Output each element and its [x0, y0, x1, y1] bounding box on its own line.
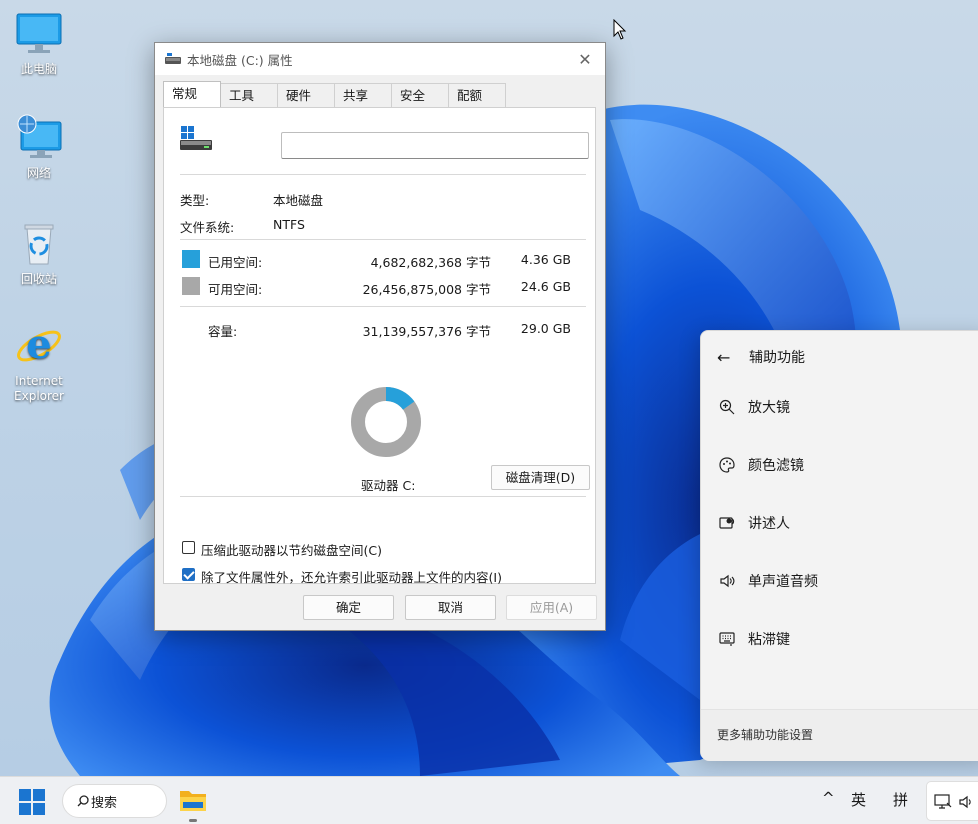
free-space-swatch [182, 277, 200, 295]
capacity-gb: 29.0 GB [520, 321, 571, 336]
used-space-swatch [182, 250, 200, 268]
speaker-icon [717, 572, 737, 590]
capacity-bytes: 31,139,557,376 字节 [362, 324, 491, 339]
ime-mode-indicator[interactable]: 拼 [893, 789, 908, 810]
svg-text:e: e [26, 322, 51, 368]
flyout-title: 辅助功能 [749, 350, 805, 366]
mouse-cursor-icon [613, 19, 627, 40]
disk-cleanup-button[interactable]: 磁盘清理(D) [491, 465, 590, 490]
tab-general[interactable]: 常规 [163, 81, 221, 107]
capacity-label: 容量: [208, 324, 238, 339]
free-space-gb: 24.6 GB [520, 279, 571, 294]
windows-drive-icon [180, 126, 214, 152]
general-tab-panel: 类型: 本地磁盘 文件系统: NTFS 已用空间: 4,682,682,368 … [163, 107, 596, 585]
compress-drive-checkbox[interactable] [182, 541, 195, 554]
taskbar-search-box[interactable]: 搜索 [62, 784, 167, 818]
desktop-icon-recycle-bin[interactable]: 回收站 [4, 220, 74, 287]
search-label: 搜索 [91, 795, 118, 811]
file-explorer-button[interactable] [178, 787, 208, 813]
divider [180, 496, 586, 497]
recycle-bin-icon [15, 220, 63, 268]
quick-settings-button[interactable] [926, 781, 978, 821]
zoom-in-icon [717, 398, 737, 416]
window-title: 本地磁盘 (C:) 属性 [187, 52, 293, 68]
filesystem-value: NTFS [273, 217, 305, 232]
free-space-label: 可用空间: [208, 282, 263, 297]
palette-icon [717, 456, 737, 474]
type-label: 类型: [180, 193, 210, 208]
tab-sharing[interactable]: 共享 [334, 83, 392, 107]
compress-drive-label: 压缩此驱动器以节约磁盘空间(C) [201, 543, 382, 558]
flyout-item-sticky-keys[interactable]: 粘滞键 [717, 629, 790, 649]
type-value: 本地磁盘 [273, 193, 324, 208]
tab-tools[interactable]: 工具 [220, 83, 278, 107]
apply-button[interactable]: 应用(A) [506, 595, 597, 620]
ime-language-indicator[interactable]: 英 [851, 789, 866, 810]
drive-label: 驱动器 C: [361, 478, 416, 493]
ok-button[interactable]: 确定 [303, 595, 394, 620]
accessibility-flyout: ← 辅助功能 放大镜 颜色滤镜 讲述人 单声道音频 粘滞键 更多辅助功能设置 [700, 330, 978, 761]
narrator-icon [717, 514, 737, 532]
desktop-icon-internet-explorer[interactable]: e Internet Explorer [4, 321, 74, 404]
close-button[interactable]: ✕ [565, 43, 605, 75]
tab-quota[interactable]: 配额 [448, 83, 506, 107]
flyout-footer[interactable]: 更多辅助功能设置 [701, 709, 978, 761]
flyout-header: ← 辅助功能 [717, 347, 805, 367]
folder-icon [180, 791, 206, 811]
filesystem-label: 文件系统: [180, 220, 235, 235]
tab-hardware[interactable]: 硬件 [277, 83, 335, 107]
disk-usage-donut [351, 387, 421, 457]
free-space-bytes: 26,456,875,008 字节 [362, 282, 491, 297]
more-accessibility-settings-link[interactable]: 更多辅助功能设置 [717, 726, 813, 743]
flyout-item-narrator[interactable]: 讲述人 [717, 513, 790, 533]
internet-explorer-icon: e [15, 321, 63, 370]
running-app-indicator [189, 819, 197, 822]
drive-properties-window: 本地磁盘 (C:) 属性 ✕ 常规 工具 硬件 共享 安全 配额 类型: 本地磁… [154, 42, 606, 631]
drive-icon [165, 53, 181, 65]
divider [180, 306, 586, 307]
show-hidden-icons-button[interactable]: ^ [822, 789, 835, 807]
keyboard-icon [717, 630, 737, 648]
search-icon [77, 795, 89, 807]
network-icon [15, 114, 63, 162]
desktop-icon-this-pc[interactable]: 此电脑 [4, 10, 74, 77]
flyout-item-magnifier[interactable]: 放大镜 [717, 397, 790, 417]
flyout-item-color-filters[interactable]: 颜色滤镜 [717, 455, 804, 475]
title-bar[interactable]: 本地磁盘 (C:) 属性 ✕ [155, 43, 605, 75]
close-icon: ✕ [578, 49, 592, 69]
cancel-button[interactable]: 取消 [405, 595, 496, 620]
tab-security[interactable]: 安全 [391, 83, 449, 107]
tab-bar: 常规 工具 硬件 共享 安全 配额 [163, 81, 506, 107]
network-status-icon [934, 794, 952, 809]
index-content-label: 除了文件属性外，还允许索引此驱动器上文件的内容(I) [201, 570, 502, 585]
monitor-icon [15, 10, 63, 58]
divider [180, 239, 586, 240]
taskbar: 搜索 ^ 英 拼 [0, 776, 978, 824]
volume-icon [959, 795, 971, 809]
desktop-icon-network[interactable]: 网络 [4, 114, 74, 181]
flyout-item-mono-audio[interactable]: 单声道音频 [717, 571, 818, 591]
used-space-gb: 4.36 GB [520, 252, 571, 267]
index-content-checkbox[interactable] [182, 568, 195, 581]
back-arrow-icon[interactable]: ← [717, 348, 739, 367]
drive-name-input[interactable] [281, 132, 589, 159]
divider [180, 174, 586, 175]
used-space-label: 已用空间: [208, 255, 263, 270]
used-space-bytes: 4,682,682,368 字节 [370, 255, 491, 270]
start-button[interactable] [19, 789, 45, 815]
